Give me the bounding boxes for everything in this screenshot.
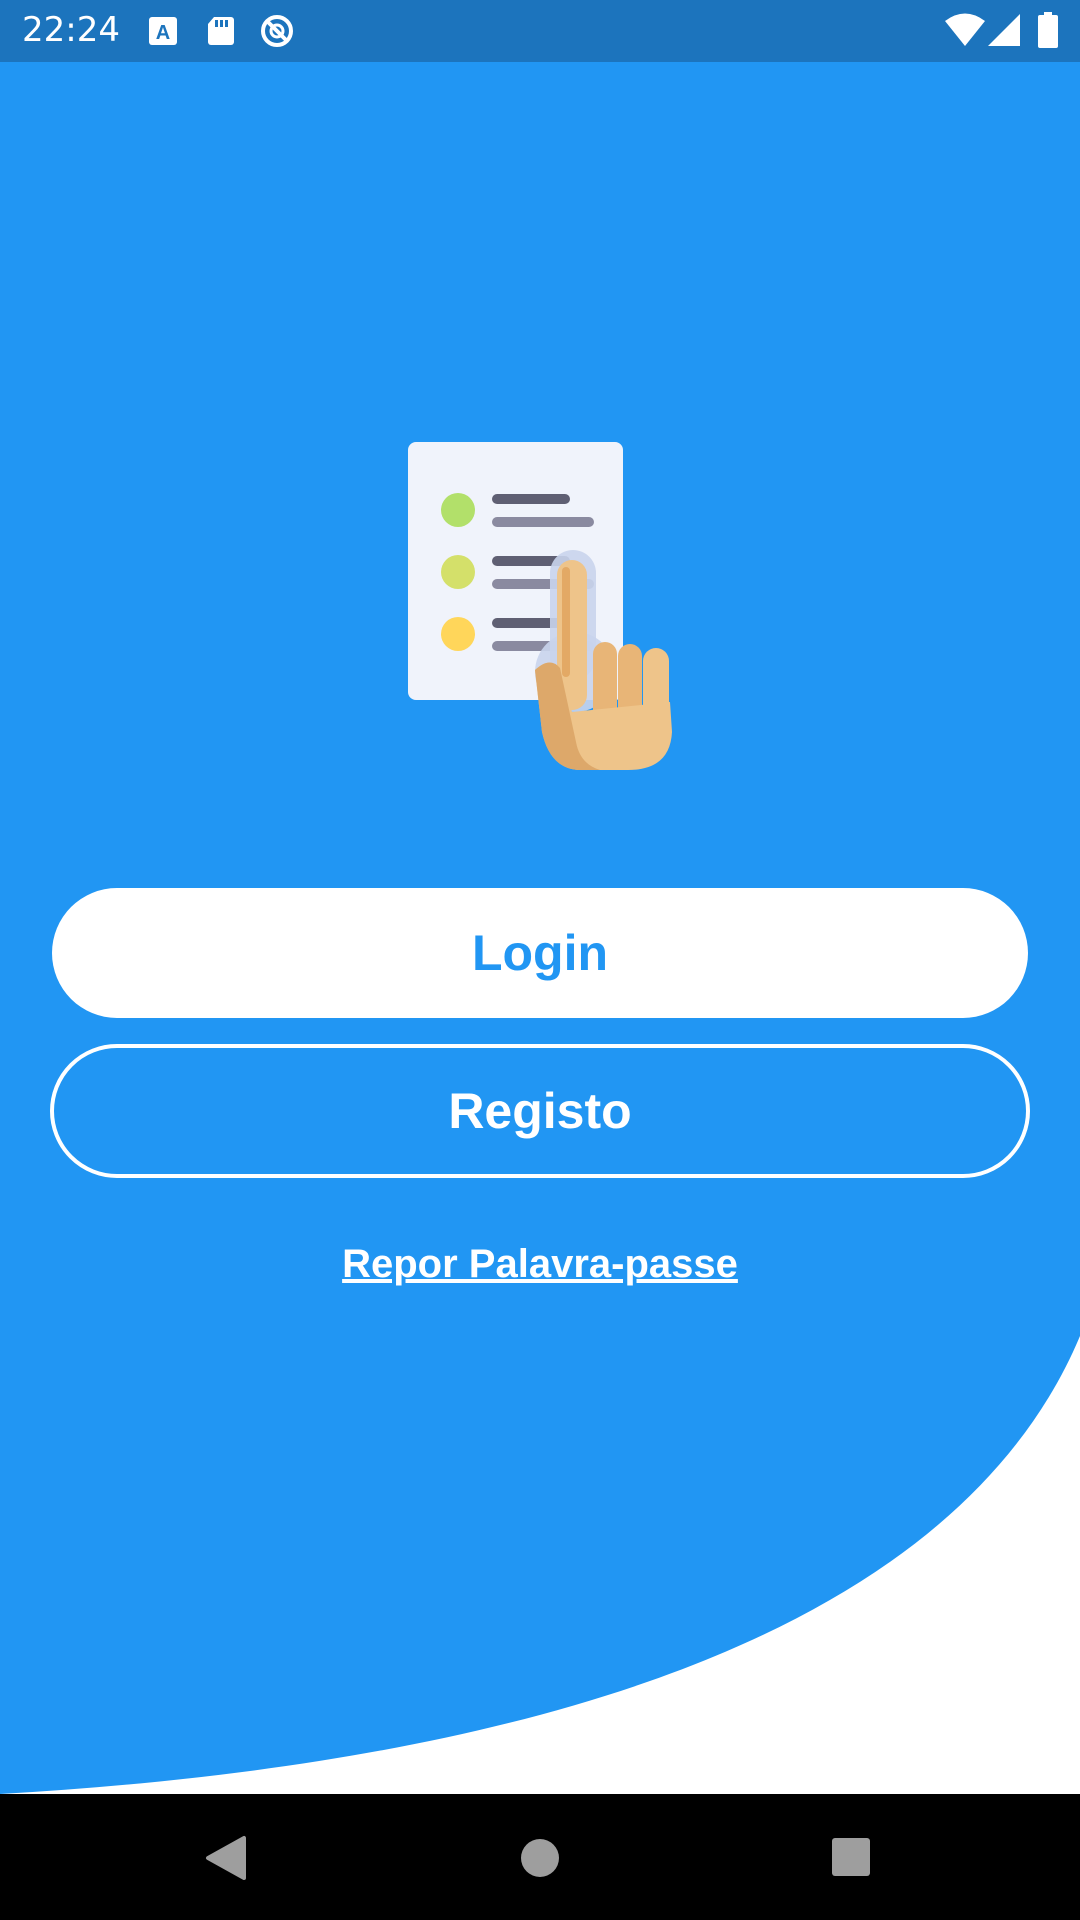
sd-card-icon [208, 17, 234, 45]
cell-signal-icon [988, 14, 1020, 46]
status-time: 22:24 [22, 10, 120, 50]
main-area: Login Registo Repor Palavra-passe [0, 62, 1080, 1794]
login-button[interactable]: Login [52, 888, 1028, 1018]
back-icon[interactable] [204, 1834, 248, 1882]
svg-text:A: A [156, 22, 170, 44]
reset-password-link[interactable]: Repor Palavra-passe [0, 1242, 1080, 1287]
wifi-icon [945, 13, 985, 46]
data-saver-icon [261, 15, 293, 47]
navigation-bar [0, 1794, 1080, 1920]
checklist-hand-tap-icon [408, 442, 672, 770]
text-a-icon: A [149, 17, 177, 45]
recents-icon[interactable] [830, 1836, 872, 1878]
status-bar: 22:24 A [0, 0, 1080, 62]
login-button-label: Login [471, 925, 609, 981]
battery-icon [1038, 12, 1058, 48]
register-button[interactable]: Registo [50, 1044, 1030, 1178]
home-icon[interactable] [520, 1838, 560, 1878]
register-button-label: Registo [448, 1083, 632, 1139]
